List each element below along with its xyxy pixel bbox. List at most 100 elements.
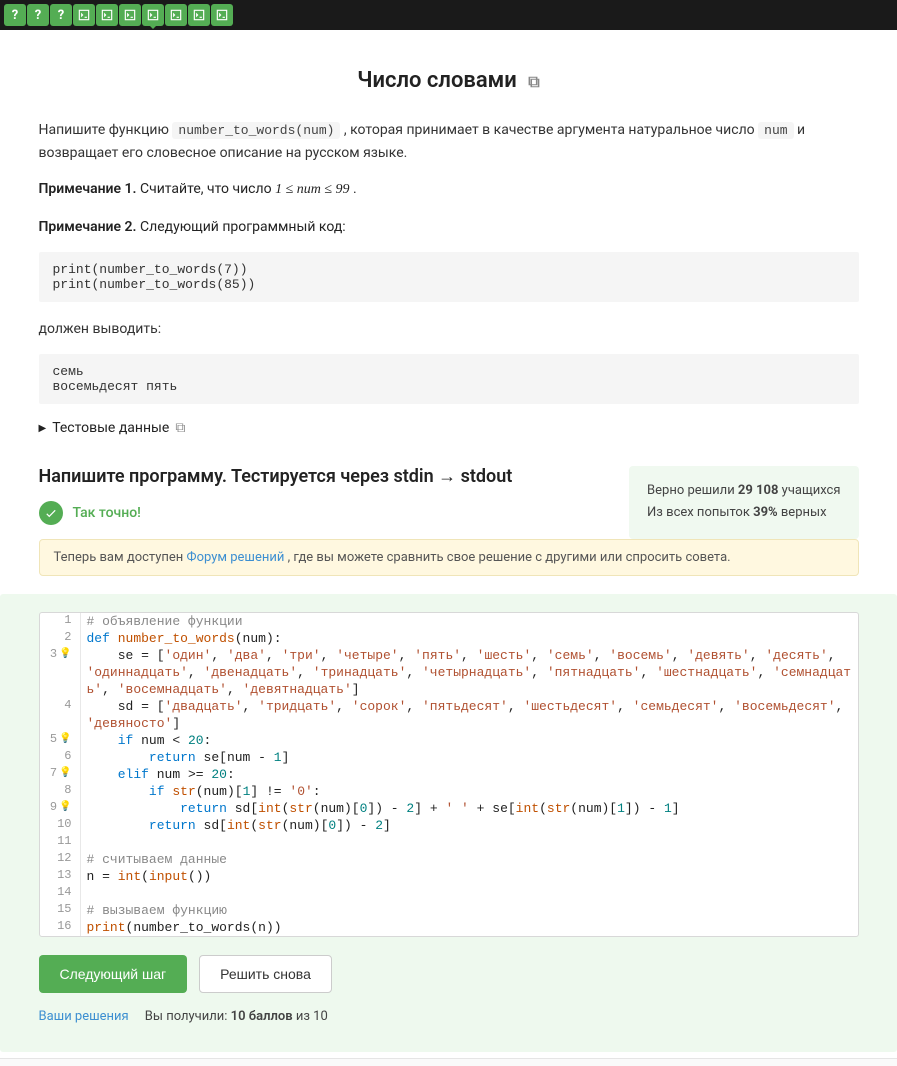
line-gutter: 6 (40, 749, 80, 763)
stats-panel: Верно решили 29 108 учащихся Из всех поп… (629, 466, 858, 538)
step-tab-code[interactable] (96, 4, 118, 26)
your-solutions-link[interactable]: Ваши решения (39, 1009, 129, 1024)
code-content[interactable]: return sd[int(str(num)[0]) - 2] + ' ' + … (80, 800, 858, 817)
question-icon: ? (58, 8, 64, 23)
line-number: 13 (57, 868, 71, 882)
test-data-label: Тестовые данные (52, 420, 169, 436)
code-editor[interactable]: 1# объявление функции2def number_to_word… (39, 612, 859, 937)
line-number: 9 (50, 800, 57, 814)
editor-line[interactable]: 9💡 return sd[int(str(num)[0]) - 2] + ' '… (40, 800, 858, 817)
code-content[interactable]: return se[num - 1] (80, 749, 858, 766)
terminal-icon (77, 8, 91, 22)
editor-line[interactable]: 7💡 elif num >= 20: (40, 766, 858, 783)
page-title: Число словами ⧉ (39, 68, 859, 93)
forum-link[interactable]: Форум решений (187, 550, 285, 565)
note-1-label: Примечание 1. (39, 181, 137, 197)
step-tab-code[interactable] (165, 4, 187, 26)
inline-code-arg: num (758, 122, 793, 139)
editor-line[interactable]: 16 print(number_to_words(n)) (40, 919, 858, 936)
line-number: 7 (50, 766, 57, 780)
bulb-icon: 💡 (59, 648, 71, 660)
step-tab-code[interactable] (73, 4, 95, 26)
inline-code-func: number_to_words(num) (172, 122, 340, 139)
editor-line[interactable]: 3💡 se = ['один', 'два', 'три', 'четыре',… (40, 647, 858, 698)
editor-line[interactable]: 10 return sd[int(str(num)[0]) - 2] (40, 817, 858, 834)
code-content[interactable]: print(number_to_words(n)) (80, 919, 858, 936)
editor-line[interactable]: 5💡 if num < 20: (40, 732, 858, 749)
stats-rate-pre: Из всех попыток (647, 505, 753, 520)
line-gutter: 1 (40, 613, 80, 627)
note-1-end: . (353, 181, 357, 197)
code-content[interactable]: elif num >= 20: (80, 766, 858, 783)
terminal-icon (146, 8, 160, 22)
code-content[interactable]: if str(num)[1] != '0': (80, 783, 858, 800)
step-tab-code[interactable] (211, 4, 233, 26)
check-icon (39, 501, 63, 525)
line-gutter: 7💡 (40, 766, 80, 780)
step-tab-question[interactable]: ? (4, 4, 26, 26)
line-number: 8 (64, 783, 71, 797)
bulb-icon: 💡 (59, 767, 71, 779)
code-content[interactable]: # объявление функции (80, 613, 858, 630)
code-content[interactable]: se = ['один', 'два', 'три', 'четыре', 'п… (80, 647, 858, 698)
editor-line[interactable]: 11 (40, 834, 858, 851)
question-icon: ? (35, 8, 41, 23)
line-number: 12 (57, 851, 71, 865)
code-content[interactable] (80, 834, 858, 851)
line-gutter: 8 (40, 783, 80, 797)
line-gutter: 11 (40, 834, 80, 848)
example-output: семь восемьдесят пять (39, 354, 859, 404)
line-number: 6 (64, 749, 71, 763)
step-tab-question[interactable]: ? (50, 4, 72, 26)
line-gutter: 2 (40, 630, 80, 644)
line-gutter: 5💡 (40, 732, 80, 746)
editor-line[interactable]: 6 return se[num - 1] (40, 749, 858, 766)
copy-icon[interactable]: ⧉ (528, 72, 539, 91)
note-2-label: Примечание 2. (39, 219, 137, 235)
code-content[interactable]: # вызываем функцию (80, 902, 858, 919)
step-tab-question[interactable]: ? (27, 4, 49, 26)
step-tab-code[interactable] (142, 4, 164, 26)
line-number: 3 (50, 647, 57, 661)
top-step-bar: ??? (0, 0, 897, 30)
step-tab-code[interactable] (119, 4, 141, 26)
test-data-expander[interactable]: ▶ Тестовые данные ⧉ (39, 420, 859, 436)
editor-line[interactable]: 15# вызываем функцию (40, 902, 858, 919)
line-gutter: 13 (40, 868, 80, 882)
editor-line[interactable]: 14 (40, 885, 858, 902)
desc-mid: , которая принимает в качестве аргумента… (344, 122, 758, 138)
next-step-button[interactable]: Следующий шаг (39, 955, 188, 993)
code-content[interactable] (80, 885, 858, 902)
correct-indicator: Так точно! (39, 501, 610, 525)
editor-line[interactable]: 4 sd = ['двадцать', 'тридцать', 'сорок',… (40, 698, 858, 732)
stats-solved-count: 29 108 (738, 483, 779, 498)
retry-button[interactable]: Решить снова (199, 955, 332, 993)
terminal-icon (100, 8, 114, 22)
line-gutter: 12 (40, 851, 80, 865)
score-post: из 10 (293, 1009, 328, 1024)
code-content[interactable]: if num < 20: (80, 732, 858, 749)
editor-line[interactable]: 8 if str(num)[1] != '0': (40, 783, 858, 800)
step-tab-code[interactable] (188, 4, 210, 26)
stats-rate-pct: 39% (753, 505, 778, 520)
line-number: 11 (57, 834, 71, 848)
question-icon: ? (12, 8, 18, 23)
code-content[interactable]: # считываем данные (80, 851, 858, 868)
title-text: Число словами (357, 68, 517, 93)
line-gutter: 9💡 (40, 800, 80, 814)
editor-line[interactable]: 13 n = int(input()) (40, 868, 858, 885)
code-content[interactable]: n = int(input()) (80, 868, 858, 885)
line-number: 16 (57, 919, 71, 933)
line-number: 5 (50, 732, 57, 746)
editor-line[interactable]: 1# объявление функции (40, 613, 858, 630)
line-gutter: 16 (40, 919, 80, 933)
line-number: 2 (64, 630, 71, 644)
copy-icon[interactable]: ⧉ (175, 420, 185, 436)
forum-note: Теперь вам доступен Форум решений , где … (39, 539, 859, 576)
code-content[interactable]: sd = ['двадцать', 'тридцать', 'сорок', '… (80, 698, 858, 732)
bulb-icon: 💡 (59, 801, 71, 813)
editor-line[interactable]: 12 # считываем данные (40, 851, 858, 868)
code-content[interactable]: def number_to_words(num): (80, 630, 858, 647)
code-content[interactable]: return sd[int(str(num)[0]) - 2] (80, 817, 858, 834)
editor-line[interactable]: 2 def number_to_words(num): (40, 630, 858, 647)
